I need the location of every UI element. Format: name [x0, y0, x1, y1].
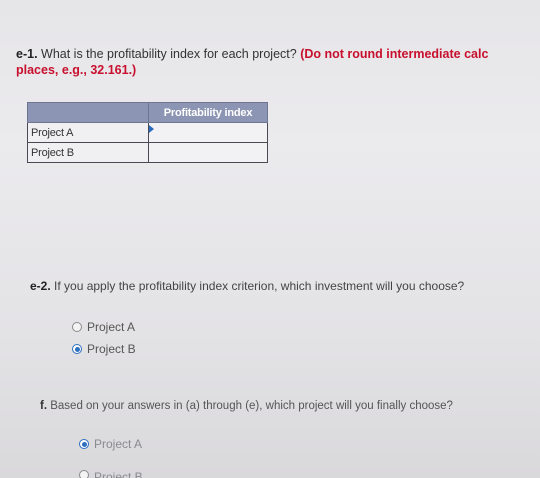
row-label-project-b: Project B	[27, 142, 149, 163]
f-option-project-a[interactable]: Project A	[79, 437, 142, 451]
e2-option-project-b[interactable]: Project B	[72, 342, 136, 356]
question-e1-number: e-1.	[16, 47, 38, 61]
f-option-project-b[interactable]: Project B	[79, 470, 143, 478]
question-f-number: f.	[40, 400, 48, 412]
profitability-index-header: Profitability index	[148, 102, 268, 123]
cell-marker-icon	[149, 125, 154, 133]
question-e2-number: e-2.	[30, 279, 51, 293]
pi-cell-project-b	[148, 142, 268, 163]
table-row-project-b: Project B	[27, 142, 268, 163]
e2-option-label: Project B	[87, 342, 136, 356]
pi-input-project-b[interactable]	[149, 143, 267, 162]
pi-input-project-a[interactable]	[149, 123, 267, 142]
f-option-label: Project A	[94, 437, 143, 451]
question-f: f. Based on your answers in (a) through …	[40, 400, 453, 412]
e2-option-project-a[interactable]: Project A	[72, 320, 135, 334]
radio-selected-icon[interactable]	[79, 439, 89, 449]
profitability-index-table: Profitability index Project A Project B	[27, 102, 268, 163]
question-e2-text: If you apply the profitability index cri…	[50, 279, 465, 293]
question-e2: e-2. If you apply the profitability inde…	[30, 279, 464, 293]
question-f-text: Based on your answers in (a) through (e)…	[47, 400, 453, 412]
f-option-label: Project B	[94, 470, 143, 478]
radio-selected-icon[interactable]	[72, 344, 82, 354]
radio-unselected-icon[interactable]	[72, 322, 82, 332]
radio-unselected-icon[interactable]	[79, 470, 89, 478]
table-corner-header	[27, 102, 149, 123]
row-label-project-a: Project A	[27, 122, 149, 143]
table-header-row: Profitability index	[27, 102, 268, 123]
question-e1-instruction-line2: places, e.g., 32.161.)	[16, 63, 137, 77]
question-e1-text: What is the profitability index for each…	[37, 47, 301, 61]
question-e1: e-1. What is the profitability index for…	[16, 46, 540, 78]
pi-cell-project-a	[148, 122, 268, 143]
table-row-project-a: Project A	[27, 122, 268, 143]
question-e1-instruction: (Do not round intermediate calc	[300, 47, 489, 61]
e2-option-label: Project A	[87, 320, 136, 334]
